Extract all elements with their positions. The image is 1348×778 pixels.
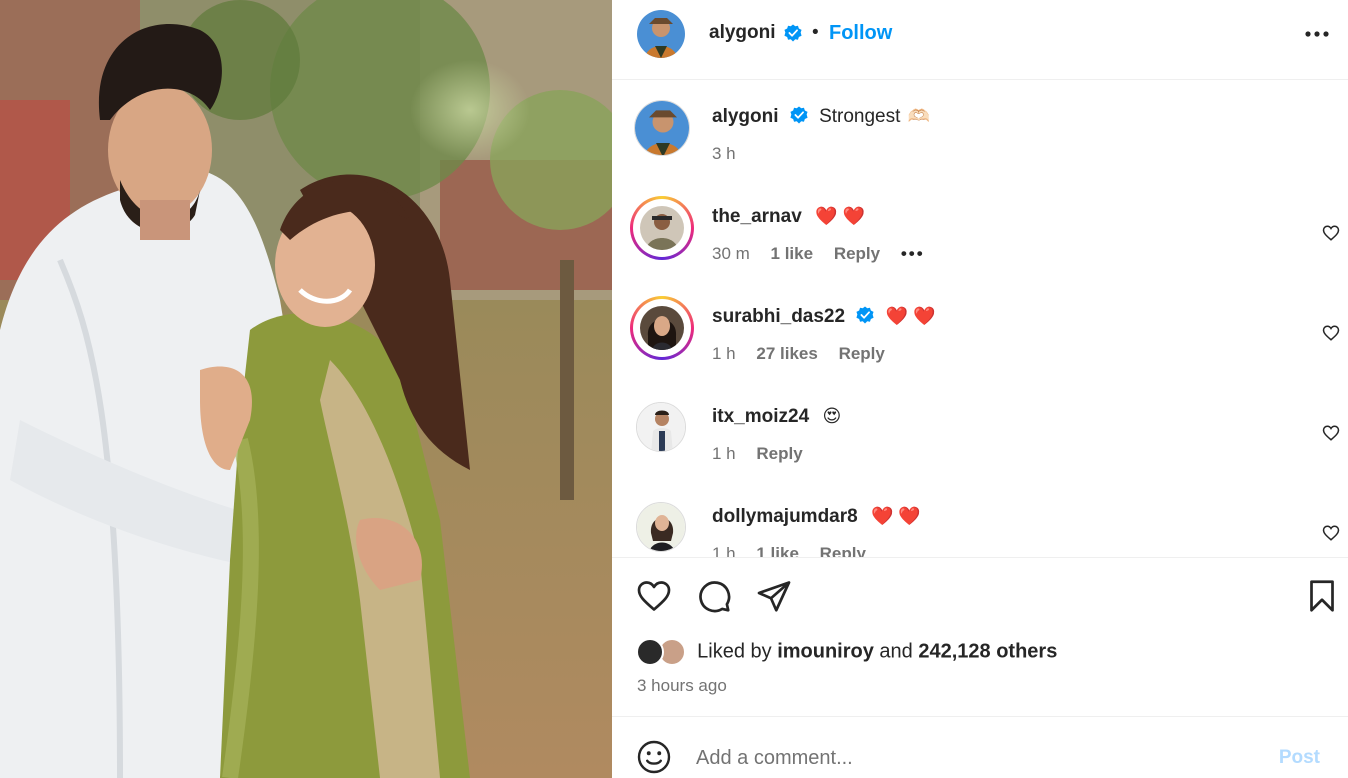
comment-text-line: surabhi_das22 ❤️ ❤️ <box>712 306 935 328</box>
commenter-avatar[interactable] <box>636 502 686 552</box>
author-avatar[interactable] <box>637 10 685 58</box>
header-separator: • <box>812 22 819 43</box>
bookmark-icon[interactable] <box>1304 578 1340 614</box>
more-options-icon[interactable] <box>1304 24 1330 44</box>
comment-username[interactable]: surabhi_das22 <box>712 306 845 327</box>
add-comment-input[interactable] <box>696 743 1256 773</box>
comment-meta: 1 h 27 likes Reply <box>712 344 901 364</box>
follow-button[interactable]: Follow <box>829 22 892 45</box>
likes-prefix: Liked by <box>697 640 772 663</box>
comment-username[interactable]: itx_moiz24 <box>712 406 809 427</box>
verified-badge-icon <box>856 306 874 324</box>
comment-meta: 1 h Reply <box>712 444 819 464</box>
liker-avatar[interactable] <box>636 638 664 666</box>
commenter-avatar[interactable] <box>640 306 684 350</box>
comment-text-line: itx_moiz24 😍 <box>712 406 841 428</box>
comment-likes-count[interactable]: 1 like <box>771 244 814 263</box>
comment-item: itx_moiz24 😍 1 h Reply <box>612 400 1348 500</box>
comment-text-line: dollymajumdar8 ❤️ ❤️ <box>712 506 921 528</box>
share-icon[interactable] <box>756 578 792 614</box>
comment-time[interactable]: 1 h <box>712 544 736 557</box>
caption-username[interactable]: alygoni <box>712 106 779 127</box>
comment-item: dollymajumdar8 ❤️ ❤️ 1 h 1 like Reply <box>612 500 1348 557</box>
comment-text: ❤️ ❤️ <box>885 306 936 326</box>
post-header: alygoni • Follow <box>612 0 1348 80</box>
caption-text: Strongest <box>819 106 901 127</box>
reply-button[interactable]: Reply <box>756 444 802 463</box>
reply-button[interactable]: Reply <box>834 244 880 263</box>
comment-composer: Post <box>612 716 1348 778</box>
reply-button[interactable]: Reply <box>820 544 866 557</box>
comment-time[interactable]: 1 h <box>712 344 736 363</box>
comment-item: surabhi_das22 ❤️ ❤️ 1 h 27 likes Reply <box>612 296 1348 400</box>
comment-more-options[interactable]: ••• <box>901 244 925 263</box>
comment-like-heart-icon[interactable] <box>1322 324 1340 342</box>
likes-others-count[interactable]: 242,128 others <box>918 640 1057 662</box>
comment-like-heart-icon[interactable] <box>1322 424 1340 442</box>
post-photo <box>0 0 612 778</box>
comment-item: the_arnav ❤️ ❤️ 30 m 1 like Reply ••• <box>612 196 1348 300</box>
couple-photo-illustration <box>0 0 612 778</box>
heart-icon[interactable] <box>636 578 672 614</box>
comment-time[interactable]: 1 h <box>712 444 736 463</box>
post-action-bar <box>612 560 1348 630</box>
comment-like-heart-icon[interactable] <box>1322 524 1340 542</box>
verified-badge-icon <box>790 106 808 124</box>
comment-text-line: the_arnav ❤️ ❤️ <box>712 206 865 228</box>
emoji-icon[interactable] <box>636 739 672 775</box>
liker-username[interactable]: imouniroy <box>777 640 874 662</box>
comment-meta: 1 h 1 like Reply <box>712 544 882 557</box>
post-comment-button[interactable]: Post <box>1279 747 1320 769</box>
comment-icon[interactable] <box>696 578 732 614</box>
comment-like-heart-icon[interactable] <box>1322 224 1340 242</box>
comment-time[interactable]: 30 m <box>712 244 750 263</box>
comment-likes-count[interactable]: 27 likes <box>756 344 817 363</box>
post-detail-panel: alygoni • Follow alygoni Strongest 🫶🏻 3 … <box>612 0 1348 778</box>
likes-conjunction: and <box>879 640 913 663</box>
comment-likes-count[interactable]: 1 like <box>756 544 799 557</box>
comments-list[interactable]: alygoni Strongest 🫶🏻 3 h the_arnav ❤️ ❤️… <box>612 80 1348 558</box>
comment-username[interactable]: dollymajumdar8 <box>712 506 858 527</box>
comment-username[interactable]: the_arnav <box>712 206 802 227</box>
likes-summary: Liked by imouniroy and 242,128 others <box>636 638 1057 666</box>
caption-emoji: 🫶🏻 <box>907 106 931 126</box>
comment-meta: 30 m 1 like Reply ••• <box>712 244 941 264</box>
caption: alygoni Strongest 🫶🏻 3 h <box>612 100 1348 200</box>
comment-text: ❤️ ❤️ <box>815 206 865 226</box>
verified-badge-icon <box>784 24 802 42</box>
author-avatar[interactable] <box>634 100 690 156</box>
reply-button[interactable]: Reply <box>839 344 885 363</box>
comment-text: ❤️ ❤️ <box>871 506 921 526</box>
caption-meta: 3 h <box>712 144 752 164</box>
author-username[interactable]: alygoni <box>709 22 776 44</box>
comment-text: 😍 <box>822 406 842 426</box>
caption-time[interactable]: 3 h <box>712 144 736 163</box>
post-timestamp[interactable]: 3 hours ago <box>637 676 727 696</box>
commenter-avatar[interactable] <box>636 402 686 452</box>
commenter-avatar[interactable] <box>640 206 684 250</box>
caption-text-line: alygoni Strongest 🫶🏻 <box>712 106 930 128</box>
